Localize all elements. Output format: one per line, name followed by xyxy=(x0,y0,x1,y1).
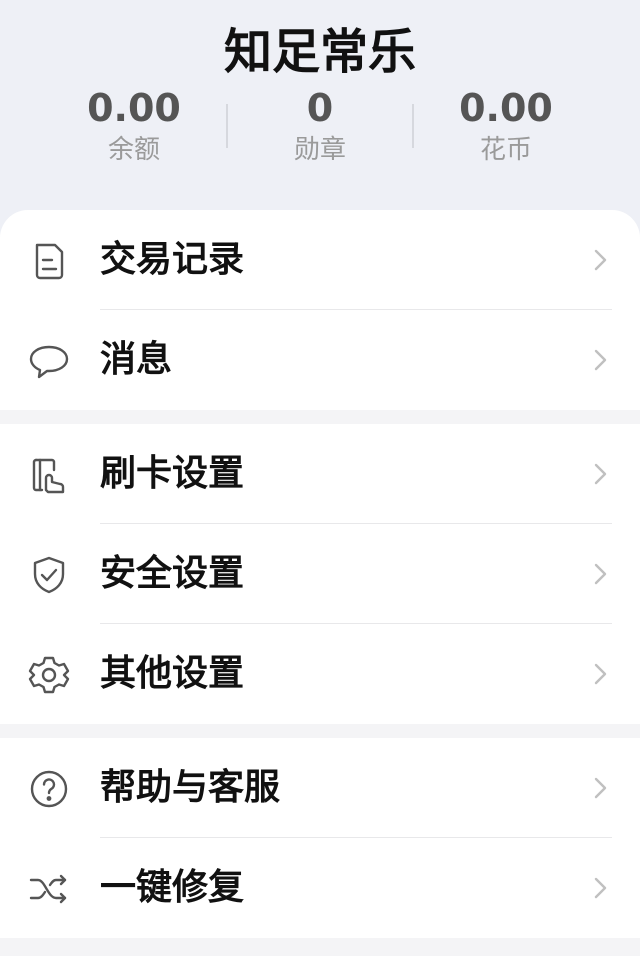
stat-balance-label: 余额 xyxy=(107,135,160,165)
menu-item-messages[interactable]: 消息 xyxy=(0,310,640,410)
chevron-right-icon xyxy=(586,774,614,802)
menu-item-label: 安全设置 xyxy=(100,553,245,594)
profile-header: 知足常乐 0.00 余额 0 勋章 0.00 花币 xyxy=(0,0,640,230)
chevron-right-icon xyxy=(586,246,614,274)
menu-item-one-click-repair[interactable]: 一键修复 xyxy=(0,838,640,938)
stat-coins[interactable]: 0.00 花币 xyxy=(414,86,598,168)
shuffle-icon xyxy=(28,868,70,910)
menu-item-card-settings[interactable]: 刷卡设置 xyxy=(0,424,640,524)
menu-item-other-settings[interactable]: 其他设置 xyxy=(0,624,640,724)
menu-item-label: 消息 xyxy=(100,339,173,380)
menu-item-label: 刷卡设置 xyxy=(100,453,245,494)
page-title: 知足常乐 xyxy=(223,24,416,80)
gear-icon xyxy=(28,654,70,696)
stat-medals[interactable]: 0 勋章 xyxy=(228,86,412,168)
menu-group-settings: 刷卡设置 安全设置 其他设置 xyxy=(0,424,640,724)
chat-bubble-icon xyxy=(28,340,70,382)
card-swipe-icon xyxy=(28,454,70,496)
document-icon xyxy=(28,240,70,282)
chevron-right-icon xyxy=(586,874,614,902)
menu-item-label: 一键修复 xyxy=(100,867,245,908)
chevron-right-icon xyxy=(586,346,614,374)
menu-group-support: 帮助与客服 一键修复 xyxy=(0,738,640,938)
chevron-right-icon xyxy=(586,460,614,488)
chevron-right-icon xyxy=(586,560,614,588)
menu-item-security-settings[interactable]: 安全设置 xyxy=(0,524,640,624)
menu-item-help[interactable]: 帮助与客服 xyxy=(0,738,640,838)
menu-item-label: 交易记录 xyxy=(100,239,245,280)
menu-item-label: 其他设置 xyxy=(100,653,245,694)
chevron-right-icon xyxy=(586,660,614,688)
stat-medals-value: 0 xyxy=(306,86,334,130)
menu-group-records: 交易记录 消息 xyxy=(0,210,640,410)
menu-item-transactions[interactable]: 交易记录 xyxy=(0,210,640,310)
menu-item-label: 帮助与客服 xyxy=(100,767,281,808)
shield-check-icon xyxy=(28,554,70,596)
menu-panel: 交易记录 消息 刷卡设置 安全设置 其他设置 帮助与客服 一键修复 xyxy=(0,210,640,956)
help-circle-icon xyxy=(28,768,70,810)
stat-balance[interactable]: 0.00 余额 xyxy=(42,86,226,168)
stats-bar: 0.00 余额 0 勋章 0.00 花币 xyxy=(42,86,598,176)
stat-coins-value: 0.00 xyxy=(459,86,553,130)
stat-medals-label: 勋章 xyxy=(293,135,346,165)
stat-coins-label: 花币 xyxy=(479,135,532,165)
stat-balance-value: 0.00 xyxy=(87,86,181,130)
